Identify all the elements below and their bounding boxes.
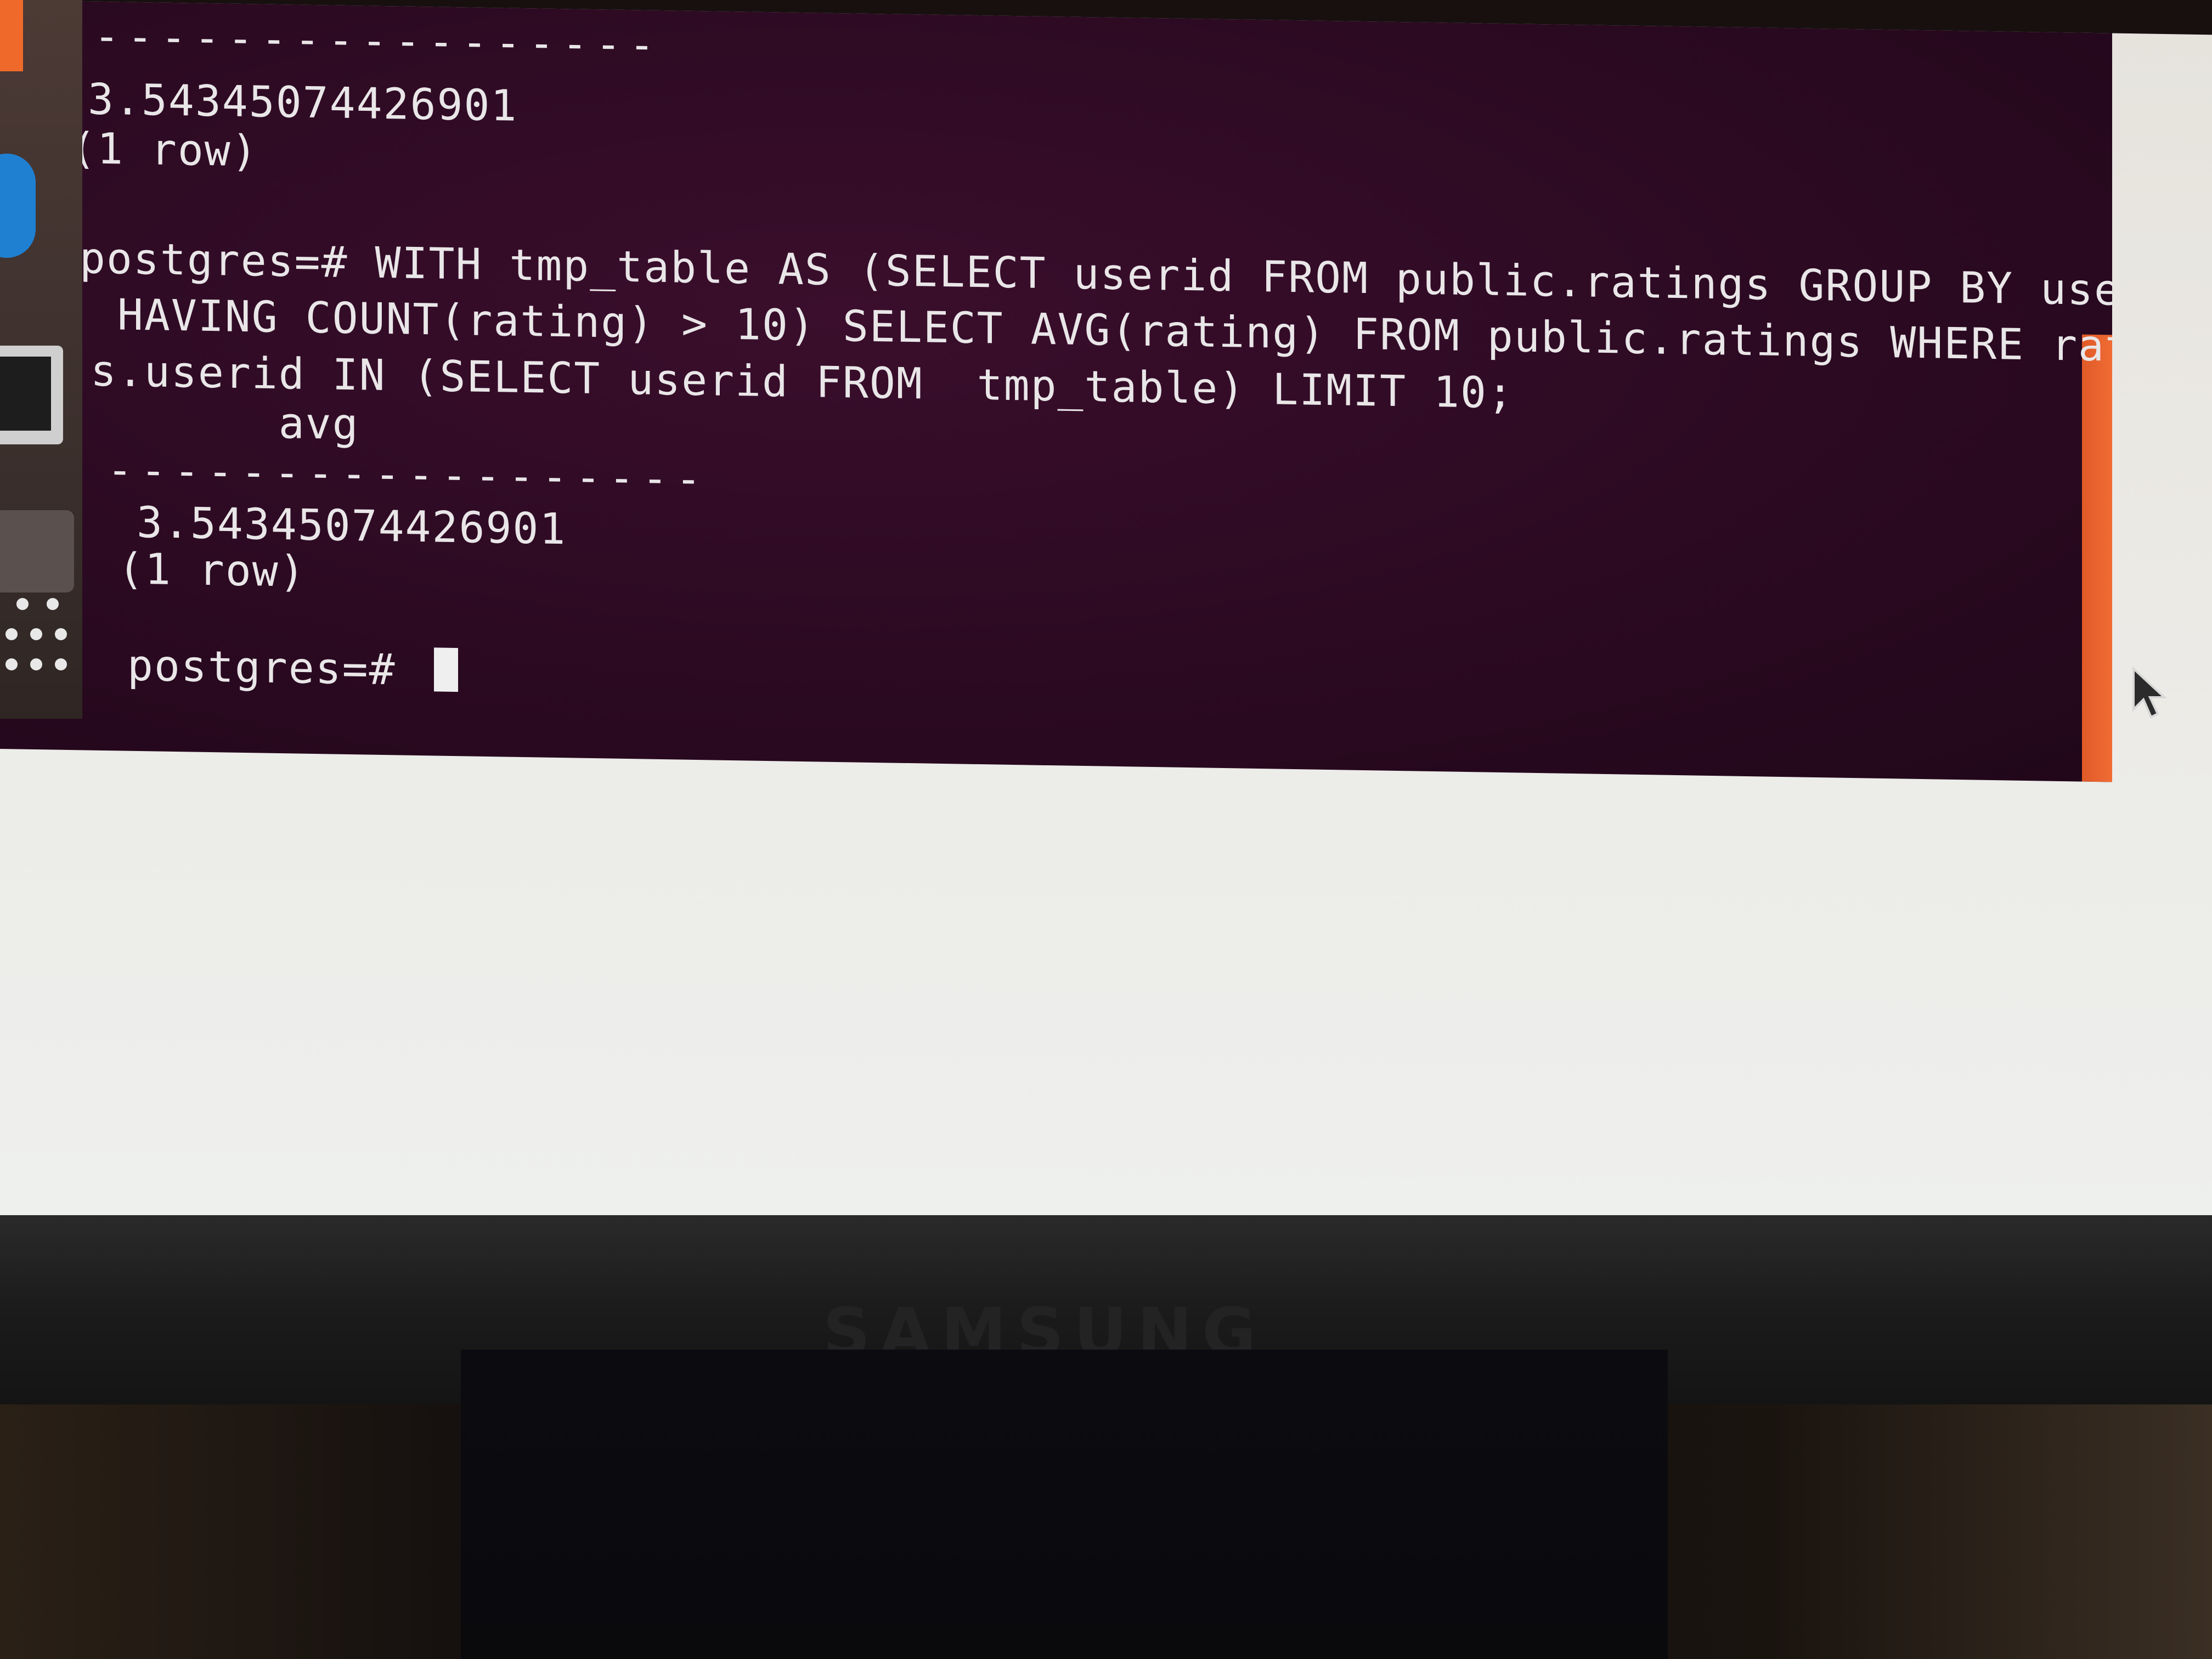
terminal-prompt[interactable]: postgres=# [127,641,458,696]
terminal-line-result: 3.54345074426901 [88,75,518,131]
text-cursor [433,647,458,692]
terminal-line-separator-2: ------------------ [107,445,709,505]
monitor-stand [461,1350,1668,1659]
mouse-pointer-icon [2132,667,2168,719]
orange-app-icon[interactable] [0,0,23,71]
terminal-output[interactable]: ------------------ 3.54345074426901 (1 r… [0,0,2112,782]
launcher-dock [0,0,82,719]
terminal-line-rowcount-2: (1 row) [118,544,306,597]
blue-app-icon[interactable] [0,154,36,258]
terminal-line-rowcount: (1 row) [70,124,258,177]
app-grid-icon[interactable] [5,598,71,680]
prompt-text: postgres=# [127,641,423,696]
photo-scene: ------------------ 3.54345074426901 (1 r… [0,0,2212,1659]
terminal-line-result-2: 3.54345074426901 [110,498,567,555]
terminal-line-separator: ------------------ [60,11,663,70]
grey-app-icon[interactable] [0,510,74,592]
terminal-window[interactable]: ------------------ 3.54345074426901 (1 r… [0,0,2112,782]
terminal-line-column-header: avg [91,396,359,450]
terminal-app-icon[interactable] [0,346,63,444]
